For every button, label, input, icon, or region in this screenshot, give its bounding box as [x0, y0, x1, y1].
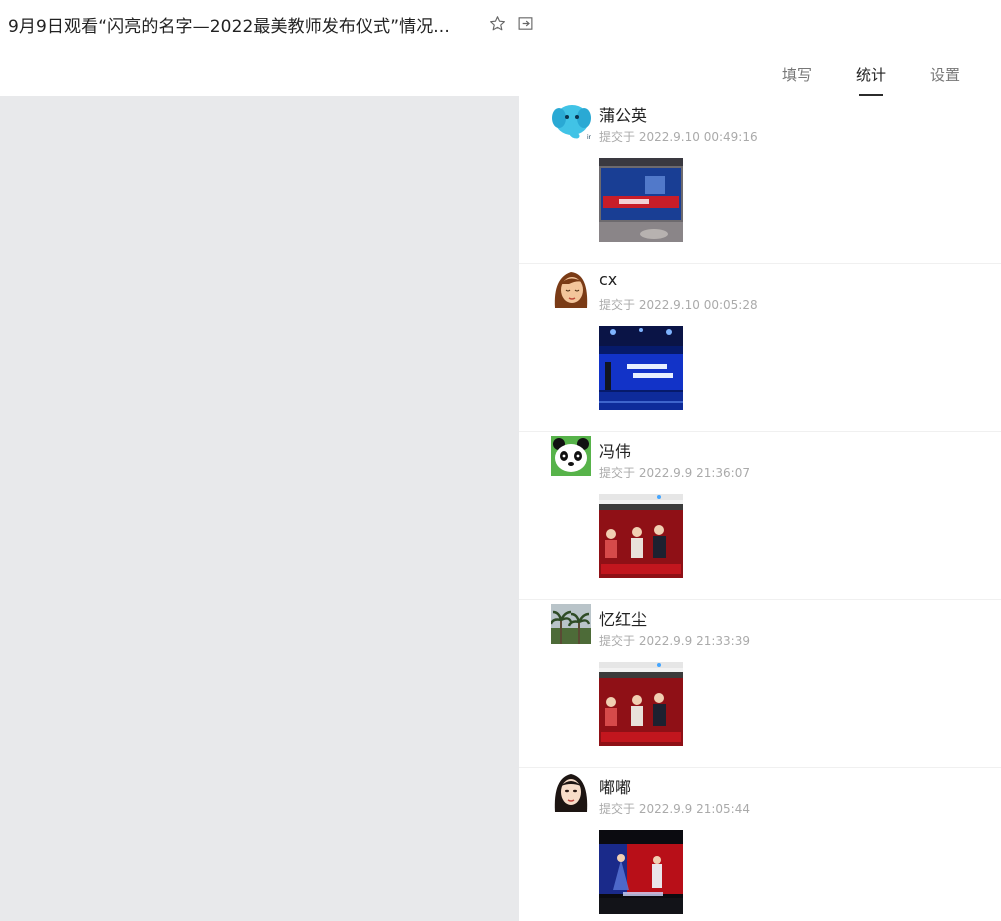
- exit-icon[interactable]: [516, 14, 534, 32]
- page-title: 9月9日观看“闪亮的名字—2022最美教师发布仪式”情况...: [8, 17, 450, 37]
- preview-pane: [0, 96, 519, 921]
- submitter-name: 忆红尘: [599, 610, 648, 629]
- list-item: 忆红尘 提交于 2022.9.9 21:33:39: [519, 600, 1001, 768]
- list-item: in 蒲公英 提交于 2022.9.10 00:49:16: [519, 96, 1001, 264]
- list-item: 嘟嘟 提交于 2022.9.9 21:05:44: [519, 768, 1001, 921]
- woman-avatar: [551, 772, 591, 812]
- page-header: 9月9日观看“闪亮的名字—2022最美教师发布仪式”情况... 填写 统计 设置: [0, 0, 1001, 96]
- submit-time: 提交于 2022.9.9 21:05:44: [599, 802, 750, 816]
- star-icon[interactable]: [488, 14, 506, 32]
- submit-time: 提交于 2022.9.9 21:33:39: [599, 634, 750, 648]
- elephant-avatar: in: [551, 100, 591, 140]
- stage-red-photo[interactable]: [599, 830, 683, 914]
- panda-avatar: [551, 436, 591, 476]
- broadcast-red-photo[interactable]: [599, 494, 683, 578]
- tab-bar: 填写 统计 设置: [760, 64, 982, 96]
- submitter-name: 冯伟: [599, 442, 632, 461]
- tab-settings[interactable]: 设置: [908, 64, 982, 96]
- list-item: cx 提交于 2022.9.10 00:05:28: [519, 264, 1001, 432]
- list-item: 冯伟 提交于 2022.9.9 21:36:07: [519, 432, 1001, 600]
- tv-screen-photo[interactable]: [599, 158, 683, 242]
- palm-trees-avatar: [551, 604, 591, 644]
- svg-text:in: in: [587, 134, 591, 140]
- title-actions: [488, 14, 534, 32]
- submitter-name: 嘟嘟: [599, 778, 632, 797]
- tab-statistics[interactable]: 统计: [834, 64, 908, 96]
- submit-time: 提交于 2022.9.10 00:49:16: [599, 130, 758, 144]
- stage-blue-photo[interactable]: [599, 326, 683, 410]
- submitter-name: cx: [599, 270, 618, 289]
- tab-fill[interactable]: 填写: [760, 64, 834, 96]
- submitter-name: 蒲公英: [599, 106, 648, 125]
- broadcast-red-photo[interactable]: [599, 662, 683, 746]
- submit-time: 提交于 2022.9.9 21:36:07: [599, 466, 750, 480]
- submission-feed[interactable]: in 蒲公英 提交于 2022.9.10 00:49:16 cx 提交于 202…: [519, 96, 1001, 921]
- girl-avatar: [551, 268, 591, 308]
- submit-time: 提交于 2022.9.10 00:05:28: [599, 298, 758, 312]
